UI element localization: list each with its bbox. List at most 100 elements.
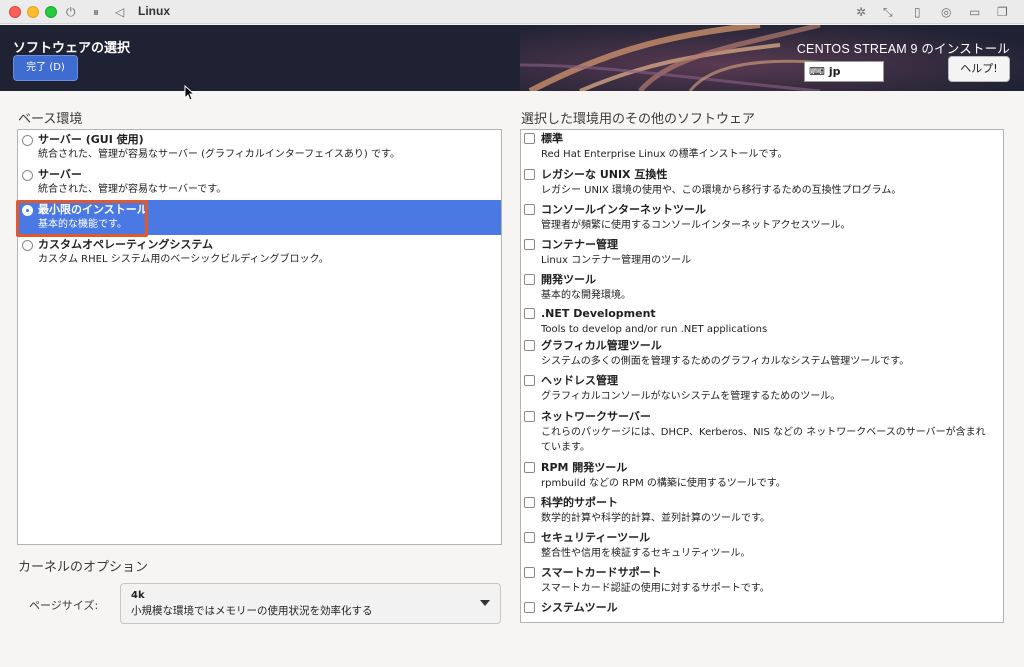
folder-icon[interactable]: ▭: [969, 3, 980, 21]
checkbox[interactable]: [524, 567, 535, 578]
checkbox[interactable]: [524, 375, 535, 386]
addon-desc: Linux コンテナー管理用のツール: [541, 255, 692, 266]
checkbox[interactable]: [524, 602, 535, 613]
addon-name: ヘッドレス管理: [541, 374, 618, 387]
addon-item-headless-mgmt[interactable]: ヘッドレス管理 グラフィカルコンソールがないシステムを管理するためのツール。: [521, 372, 1003, 408]
env-name: サーバー: [38, 168, 82, 181]
addon-name: コンテナー管理: [541, 238, 618, 251]
checkbox[interactable]: [524, 497, 535, 508]
addon-item-graphical-admin[interactable]: グラフィカル管理ツール システムの多くの側面を管理するためのグラフィカルなシステ…: [521, 337, 1003, 372]
addon-name: レガシーな UNIX 互換性: [541, 168, 668, 181]
env-desc: 統合された、管理が容易なサーバーです。: [38, 184, 227, 195]
addon-name: RPM 開発ツール: [541, 461, 628, 474]
checkbox[interactable]: [524, 340, 535, 351]
env-desc: 統合された、管理が容易なサーバー (グラフィカルインターフェイスあり) です。: [38, 149, 400, 160]
kernel-heading: カーネルのオプション: [18, 560, 149, 575]
checkbox[interactable]: [524, 204, 535, 215]
annotation-highlight-box: [16, 200, 148, 237]
addon-desc: スマートカード認証の使用に対するサポートです。: [541, 583, 770, 594]
addon-desc: 整合性や信用を検証するセキュリティツール。: [541, 548, 751, 559]
addons-list: 標準 Red Hat Enterprise Linux の標準インストールです。…: [520, 129, 1004, 623]
addon-item-dev-tools[interactable]: 開発ツール 基本的な開発環境。: [521, 271, 1003, 305]
addon-item-network-servers[interactable]: ネットワークサーバー これらのパッケージには、DHCP、Kerberos、NIS…: [521, 408, 1003, 459]
addon-name: グラフィカル管理ツール: [541, 339, 662, 352]
checkbox[interactable]: [524, 462, 535, 473]
resize-icon[interactable]: ⤡: [883, 3, 893, 21]
checkbox[interactable]: [524, 274, 535, 285]
spoke-header: ソフトウェアの選択 完了 (D) CENTOS STREAM 9 のインストール…: [0, 25, 1024, 91]
addon-item-scientific[interactable]: 科学的サポート 数学的計算や科学的計算、並列計算のツールです。: [521, 494, 1003, 529]
addon-name: ネットワークサーバー: [541, 410, 651, 423]
addon-name: システムツール: [541, 601, 618, 614]
addon-item-standard[interactable]: 標準 Red Hat Enterprise Linux の標準インストールです。: [521, 130, 1003, 166]
product-title: CENTOS STREAM 9 のインストール: [796, 42, 1010, 56]
addon-desc: これらのパッケージには、DHCP、Kerberos、NIS などの ネットワーク…: [541, 427, 986, 453]
page-size-value: 4k: [131, 590, 145, 601]
pause-icon[interactable]: ⏸: [93, 3, 99, 21]
vm-title: Linux: [138, 4, 170, 18]
addon-item-legacy-unix[interactable]: レガシーな UNIX 互換性 レガシー UNIX 環境の使用や、この環境から移行…: [521, 166, 1003, 201]
keyboard-layout-indicator[interactable]: ⌨ jp: [804, 61, 884, 82]
checkbox[interactable]: [524, 532, 535, 543]
radio-button[interactable]: [22, 240, 33, 251]
page-size-label: ページサイズ:: [29, 599, 99, 612]
env-name: サーバー (GUI 使用): [38, 133, 144, 146]
env-item-server[interactable]: サーバー 統合された、管理が容易なサーバーです。: [18, 165, 501, 200]
zoom-window-button[interactable]: [45, 6, 57, 18]
help-button[interactable]: ヘルプ!: [948, 56, 1010, 82]
addons-heading: 選択した環境用のその他のソフトウェア: [521, 112, 756, 127]
addon-item-smartcard[interactable]: スマートカードサポート スマートカード認証の使用に対するサポートです。: [521, 564, 1003, 599]
close-window-button[interactable]: [9, 6, 21, 18]
env-item-custom-os[interactable]: カスタムオペレーティングシステム カスタム RHEL システム用のベーシックビル…: [18, 235, 501, 270]
addon-desc: Red Hat Enterprise Linux の標準インストールです。: [541, 149, 788, 160]
windows-icon[interactable]: ❐: [997, 3, 1008, 21]
addon-name: 科学的サポート: [541, 496, 618, 509]
base-env-list: サーバー (GUI 使用) 統合された、管理が容易なサーバー (グラフィカルイン…: [17, 129, 502, 545]
done-button[interactable]: 完了 (D): [13, 55, 78, 81]
checkbox[interactable]: [524, 169, 535, 180]
compass-icon[interactable]: ◎: [941, 3, 951, 21]
minimize-window-button[interactable]: [27, 6, 39, 18]
addon-desc: 基本的な開発環境。: [541, 290, 631, 301]
addon-desc: グラフィカルコンソールがないシステムを管理するためのツール。: [541, 391, 841, 402]
chevron-down-icon: [480, 600, 490, 606]
addon-name: 開発ツール: [541, 273, 596, 286]
env-desc: カスタム RHEL システム用のベーシックビルディングブロック。: [38, 254, 329, 265]
addon-item-system-tools[interactable]: システムツール: [521, 599, 1003, 622]
env-item-server-gui[interactable]: サーバー (GUI 使用) 統合された、管理が容易なサーバー (グラフィカルイン…: [18, 130, 501, 165]
back-icon[interactable]: ◁: [115, 3, 124, 21]
env-name: カスタムオペレーティングシステム: [38, 238, 214, 251]
spoke-title: ソフトウェアの選択: [13, 41, 131, 56]
checkbox[interactable]: [524, 308, 535, 319]
addon-item-console-internet[interactable]: コンソールインターネットツール 管理者が頻繁に使用するコンソールインターネットア…: [521, 201, 1003, 236]
brightness-icon[interactable]: ✲: [856, 3, 866, 21]
radio-button[interactable]: [22, 170, 33, 181]
mouse-pointer-icon: [184, 85, 194, 101]
usb-icon[interactable]: ▯: [914, 3, 921, 21]
page-size-description: 小規模な環境ではメモリーの使用状況を効率化する: [131, 605, 373, 617]
checkbox[interactable]: [524, 239, 535, 250]
checkbox[interactable]: [524, 411, 535, 422]
vm-titlebar: ⏻ ⏸ ◁ Linux ✲ ⤡ ▯ ◎ ▭ ❐: [0, 0, 1024, 24]
addon-desc: Tools to develop and/or run .NET applica…: [541, 324, 768, 335]
addon-desc: システムの多くの側面を管理するためのグラフィカルなシステム管理ツールです。: [541, 356, 910, 367]
addon-item-dotnet[interactable]: .NET Development Tools to develop and/or…: [521, 305, 1003, 337]
addon-item-security-tools[interactable]: セキュリティーツール 整合性や信用を検証するセキュリティツール。: [521, 529, 1003, 564]
radio-button[interactable]: [22, 135, 33, 146]
base-env-heading: ベース環境: [18, 112, 83, 127]
addon-item-rpm-dev[interactable]: RPM 開発ツール rpmbuild などの RPM の構築に使用するツールです…: [521, 459, 1003, 494]
addon-name: 標準: [541, 132, 563, 145]
addon-name: スマートカードサポート: [541, 566, 662, 579]
keyboard-icon: ⌨: [809, 65, 825, 78]
addon-item-container-mgmt[interactable]: コンテナー管理 Linux コンテナー管理用のツール: [521, 236, 1003, 271]
keyboard-layout-label: jp: [828, 65, 841, 78]
checkbox[interactable]: [524, 133, 535, 144]
addon-desc: rpmbuild などの RPM の構築に使用するツールです。: [541, 478, 786, 489]
power-icon[interactable]: ⏻: [66, 3, 76, 21]
page-size-dropdown[interactable]: 4k 小規模な環境ではメモリーの使用状況を効率化する: [120, 583, 501, 624]
addon-name: セキュリティーツール: [541, 531, 651, 544]
addon-desc: 数学的計算や科学的計算、並列計算のツールです。: [541, 513, 770, 524]
addon-desc: 管理者が頻繁に使用するコンソールインターネットアクセスツール。: [541, 220, 851, 231]
addon-desc: レガシー UNIX 環境の使用や、この環境から移行するための互換性プログラム。: [541, 185, 902, 196]
addon-name: .NET Development: [541, 307, 656, 320]
